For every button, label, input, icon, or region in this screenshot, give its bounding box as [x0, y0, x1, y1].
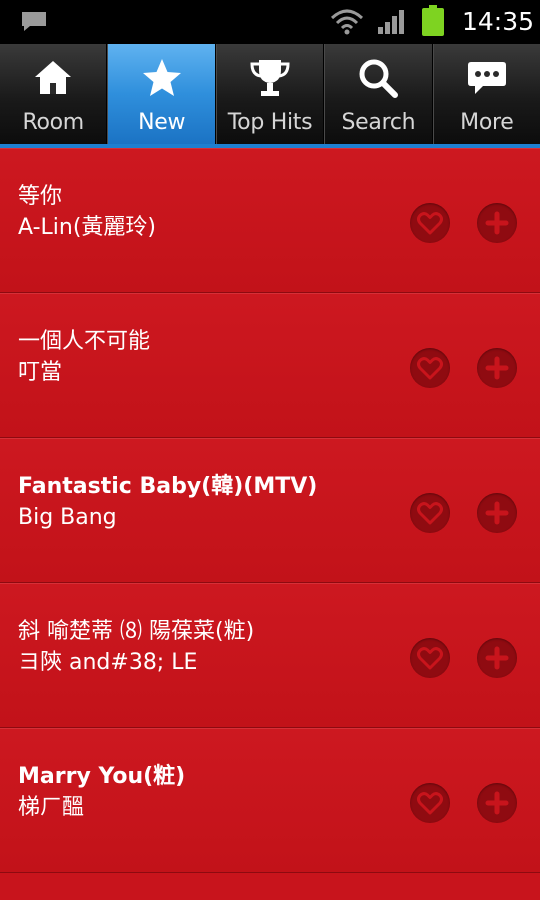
- trophy-icon: [250, 60, 290, 96]
- heart-icon: [417, 647, 443, 670]
- status-bar: 14:35: [0, 0, 540, 44]
- list-item[interactable]: 等你 A-Lin(黃麗玲): [0, 148, 540, 293]
- heart-icon: [417, 502, 443, 525]
- favorite-button[interactable]: [410, 783, 450, 823]
- tab-label: New: [138, 110, 186, 135]
- tab-label: More: [460, 110, 514, 135]
- chat-bubble-icon: [467, 62, 506, 94]
- star-icon: [142, 59, 181, 96]
- song-artist: Big Bang: [18, 505, 117, 530]
- tab-label: Room: [22, 110, 84, 135]
- song-title: 等你: [18, 184, 63, 209]
- wifi-icon: [330, 9, 364, 35]
- tab-top-hits[interactable]: Top Hits: [215, 44, 325, 144]
- list-item[interactable]: 斜 喻楚蒂 ⑻ 陽葆菜(粧) ヨ陝 and#38; LE: [0, 583, 540, 728]
- favorite-button[interactable]: [410, 638, 450, 678]
- plus-icon: [485, 211, 509, 235]
- tab-new[interactable]: New: [107, 44, 216, 144]
- battery-icon: [422, 5, 444, 36]
- favorite-button[interactable]: [410, 493, 450, 533]
- song-title: 斜 喻楚蒂 ⑻ 陽葆菜(粧): [18, 619, 255, 644]
- add-button[interactable]: [477, 493, 517, 533]
- home-icon: [35, 61, 72, 94]
- song-title: Marry You(粧): [18, 764, 186, 789]
- song-list: 等你 A-Lin(黃麗玲) 一個人不可能 叮當 Fantastic Baby(韓…: [0, 148, 540, 873]
- add-button[interactable]: [477, 203, 517, 243]
- add-button[interactable]: [477, 638, 517, 678]
- plus-icon: [485, 646, 509, 670]
- song-title: 一個人不可能: [18, 329, 151, 354]
- favorite-button[interactable]: [410, 348, 450, 388]
- tab-room[interactable]: Room: [0, 44, 108, 144]
- search-icon: [359, 59, 399, 98]
- signal-icon: [378, 10, 404, 34]
- tab-search[interactable]: Search: [324, 44, 433, 144]
- clock: 14:35: [462, 7, 535, 36]
- favorite-button[interactable]: [410, 203, 450, 243]
- add-button[interactable]: [477, 348, 517, 388]
- list-item[interactable]: Marry You(粧) 梯ㄏ醞: [0, 728, 540, 873]
- tab-label: Top Hits: [227, 110, 313, 135]
- notification-icon: [22, 12, 46, 31]
- add-button[interactable]: [477, 783, 517, 823]
- tab-more[interactable]: More: [432, 44, 540, 144]
- heart-icon: [417, 212, 443, 235]
- song-artist: 梯ㄏ醞: [18, 795, 85, 820]
- plus-icon: [485, 356, 509, 380]
- song-artist: 叮當: [18, 360, 63, 385]
- tab-label: Search: [341, 110, 416, 135]
- song-artist: ヨ陝 and#38; LE: [18, 650, 198, 675]
- plus-icon: [485, 501, 509, 525]
- song-title: Fantastic Baby(韓)(MTV): [18, 474, 318, 499]
- heart-icon: [417, 792, 443, 815]
- plus-icon: [485, 791, 509, 815]
- list-item[interactable]: 一個人不可能 叮當: [0, 293, 540, 438]
- heart-icon: [417, 357, 443, 380]
- list-item[interactable]: Fantastic Baby(韓)(MTV) Big Bang: [0, 438, 540, 583]
- tab-bar: Room New Top Hits Search More: [0, 44, 540, 148]
- song-artist: A-Lin(黃麗玲): [18, 215, 156, 240]
